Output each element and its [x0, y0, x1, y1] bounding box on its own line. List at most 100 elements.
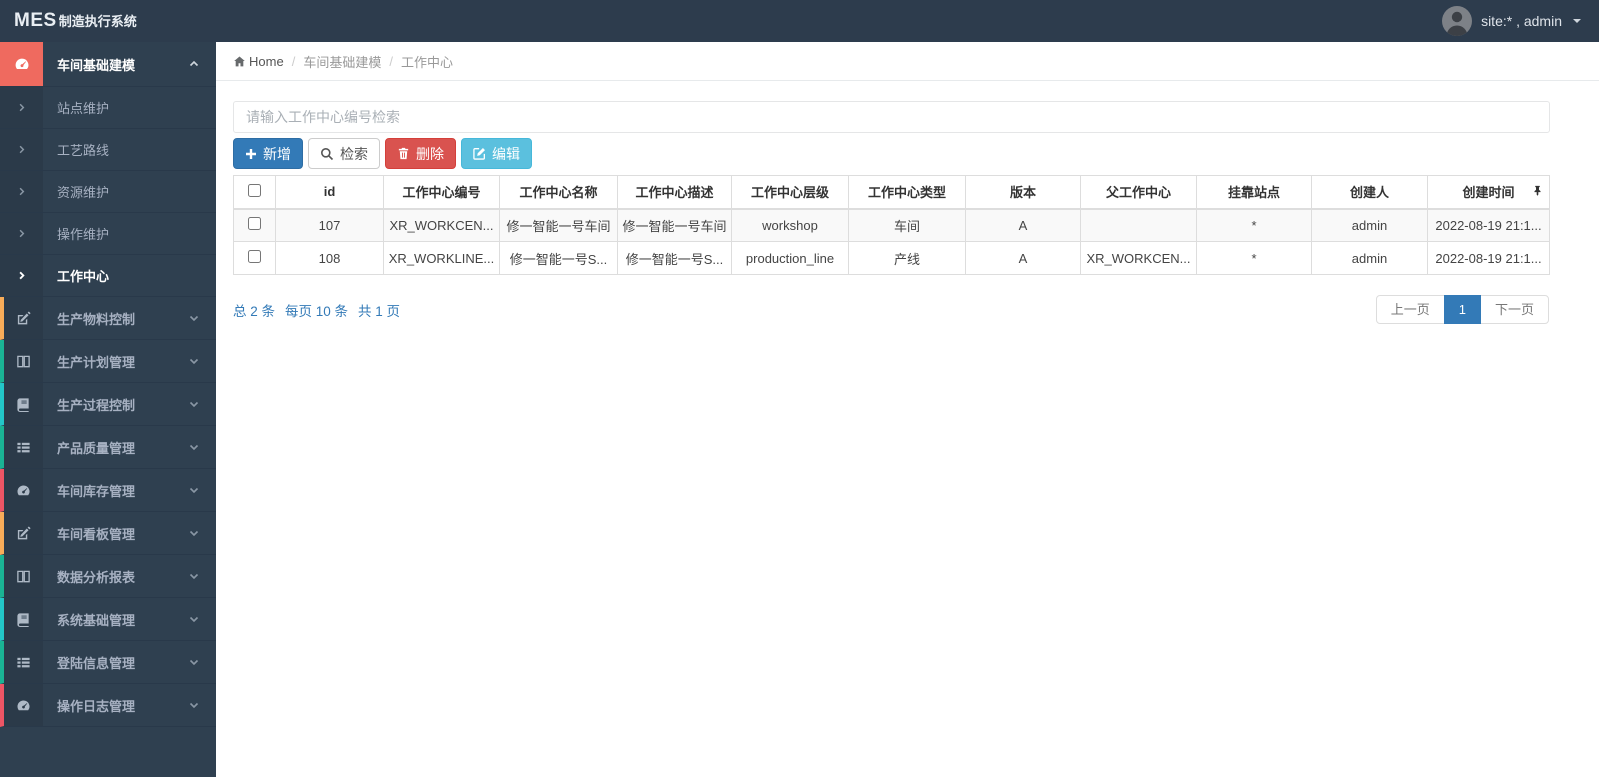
- sidebar-item-data-analysis-reports[interactable]: 数据分析报表: [0, 555, 216, 598]
- delete-button[interactable]: 删除: [385, 138, 456, 169]
- search-input[interactable]: [233, 101, 1550, 133]
- sidebar-item-production-plan-management[interactable]: 生产计划管理: [0, 340, 216, 383]
- breadcrumb-separator: /: [291, 53, 296, 69]
- chevron-right-icon: [0, 87, 43, 128]
- next-page-button[interactable]: 下一页: [1479, 295, 1549, 324]
- select-all-checkbox[interactable]: [248, 183, 261, 197]
- cell-type: 车间: [848, 208, 966, 242]
- sidebar-item-process-route[interactable]: 工艺路线: [0, 129, 216, 171]
- avatar[interactable]: [1442, 6, 1473, 36]
- breadcrumb-home[interactable]: Home: [233, 54, 284, 69]
- dashboard-icon: [4, 684, 43, 726]
- chevron-right-icon: [0, 129, 43, 170]
- row-select-cell: [233, 241, 276, 275]
- row-select-cell: [233, 208, 276, 242]
- plus-icon: [246, 148, 256, 159]
- search-button[interactable]: 检索: [308, 138, 380, 169]
- page-1-button[interactable]: 1: [1443, 295, 1481, 324]
- col-creator: 创建人: [1311, 175, 1428, 210]
- chevron-down-icon: [188, 641, 216, 683]
- chevron-up-icon: [188, 42, 216, 86]
- row-select-checkbox[interactable]: [248, 250, 261, 263]
- select-all-cell: [233, 175, 276, 210]
- sidebar-item-work-center[interactable]: 工作中心: [0, 255, 216, 297]
- dashboard-icon: [0, 42, 43, 86]
- sidebar-item-operation-log-management[interactable]: 操作日志管理: [0, 684, 216, 727]
- chevron-down-icon: [188, 426, 216, 468]
- edit-icon: [4, 512, 43, 554]
- sidebar-item-site-maintenance[interactable]: 站点维护: [0, 87, 216, 129]
- cell-create-time: 2022-08-19 21:1...: [1427, 241, 1550, 275]
- sidebar-item-workshop-kanban-management[interactable]: 车间看板管理: [0, 512, 216, 555]
- cell-desc: 修一智能一号车间: [617, 208, 732, 242]
- col-work-center-name: 工作中心名称: [499, 175, 618, 210]
- breadcrumb-home-label[interactable]: Home: [249, 54, 284, 69]
- col-parent-work-center: 父工作中心: [1080, 175, 1197, 210]
- person-icon: [1446, 11, 1468, 36]
- page-size-selector[interactable]: 每页 10 条: [285, 300, 348, 320]
- edit-icon: [4, 297, 43, 339]
- breadcrumb: Home / 车间基础建模 / 工作中心: [216, 42, 1599, 81]
- caret-down-icon: [1573, 19, 1581, 23]
- cell-code: XR_WORKCEN...: [383, 208, 500, 242]
- chevron-down-icon: [188, 383, 216, 425]
- cell-type: 产线: [848, 241, 966, 275]
- sidebar-item-login-info-management[interactable]: 登陆信息管理: [0, 641, 216, 684]
- cell-creator: admin: [1311, 241, 1428, 275]
- cell-site: *: [1196, 241, 1312, 275]
- sidebar: 车间基础建模 站点维护 工艺路线 资源维护 操作维护 工作中心 生产物料控制 生…: [0, 42, 216, 777]
- edit-icon: [473, 148, 485, 160]
- sidebar-item-product-quality-management[interactable]: 产品质量管理: [0, 426, 216, 469]
- sidebar-item-production-process-control[interactable]: 生产过程控制: [0, 383, 216, 426]
- sidebar-item-label: 操作维护: [57, 227, 110, 242]
- cell-desc: 修一智能一号S...: [617, 241, 732, 275]
- sidebar-item-label: 工艺路线: [57, 143, 110, 158]
- col-create-time: 创建时间: [1427, 175, 1550, 210]
- pagination: 上一页 1 下一页: [1375, 295, 1549, 324]
- cell-level: workshop: [731, 208, 849, 242]
- columns-icon: [4, 340, 43, 382]
- cell-id: 108: [275, 241, 384, 275]
- add-button[interactable]: 新增: [233, 138, 303, 169]
- toolbar: 新增 检索 删除 编辑: [233, 138, 1550, 169]
- prev-page-button[interactable]: 上一页: [1375, 295, 1445, 324]
- dashboard-icon: [4, 469, 43, 511]
- cell-creator: admin: [1311, 208, 1428, 242]
- sidebar-item-workshop-inventory-management[interactable]: 车间库存管理: [0, 469, 216, 512]
- sidebar-item-label: 登陆信息管理: [57, 655, 136, 671]
- sidebar-item-workshop-basic-modeling[interactable]: 车间基础建模: [0, 42, 216, 87]
- sidebar-item-label: 车间库存管理: [57, 483, 136, 499]
- table-row[interactable]: 108 XR_WORKLINE... 修一智能一号S... 修一智能一号S...…: [233, 241, 1550, 275]
- cell-create-time: 2022-08-19 21:1...: [1427, 208, 1550, 242]
- chevron-down-icon: [188, 512, 216, 554]
- pin-icon[interactable]: [1533, 184, 1542, 199]
- user-label[interactable]: site:* , admin: [1481, 13, 1562, 29]
- sidebar-item-operation-maintenance[interactable]: 操作维护: [0, 213, 216, 255]
- table-row[interactable]: 107 XR_WORKCEN... 修一智能一号车间 修一智能一号车间 work…: [233, 208, 1550, 242]
- col-work-center-code: 工作中心编号: [383, 175, 500, 210]
- sidebar-item-label: 车间看板管理: [57, 526, 136, 542]
- breadcrumb-separator: /: [389, 53, 393, 69]
- sidebar-item-production-material-control[interactable]: 生产物料控制: [0, 297, 216, 340]
- breadcrumb-module[interactable]: 车间基础建模: [303, 52, 381, 71]
- page-count-label: 共 1 页: [358, 303, 401, 319]
- table-header-row: id 工作中心编号 工作中心名称 工作中心描述 工作中心层级 工作中心类型 版本…: [233, 175, 1550, 210]
- edit-button[interactable]: 编辑: [461, 138, 532, 169]
- cell-site: *: [1196, 208, 1312, 242]
- row-select-checkbox[interactable]: [248, 217, 261, 231]
- list-icon: [4, 641, 43, 683]
- sidebar-item-label: 系统基础管理: [57, 612, 136, 628]
- search-icon: [321, 147, 334, 160]
- col-work-center-type: 工作中心类型: [848, 175, 966, 210]
- app-logo-subtitle: 制造执行系统: [58, 14, 137, 29]
- chevron-down-icon: [188, 598, 216, 640]
- sidebar-item-resource-maintenance[interactable]: 资源维护: [0, 171, 216, 213]
- trash-icon: [398, 147, 409, 160]
- user-menu[interactable]: site:* , admin: [1442, 6, 1599, 36]
- col-id: id: [275, 175, 384, 210]
- cell-level: production_line: [731, 241, 849, 275]
- sidebar-item-system-basic-management[interactable]: 系统基础管理: [0, 598, 216, 641]
- book-icon: [4, 598, 43, 640]
- cell-parent: XR_WORKCEN...: [1080, 241, 1197, 275]
- list-icon: [4, 426, 43, 468]
